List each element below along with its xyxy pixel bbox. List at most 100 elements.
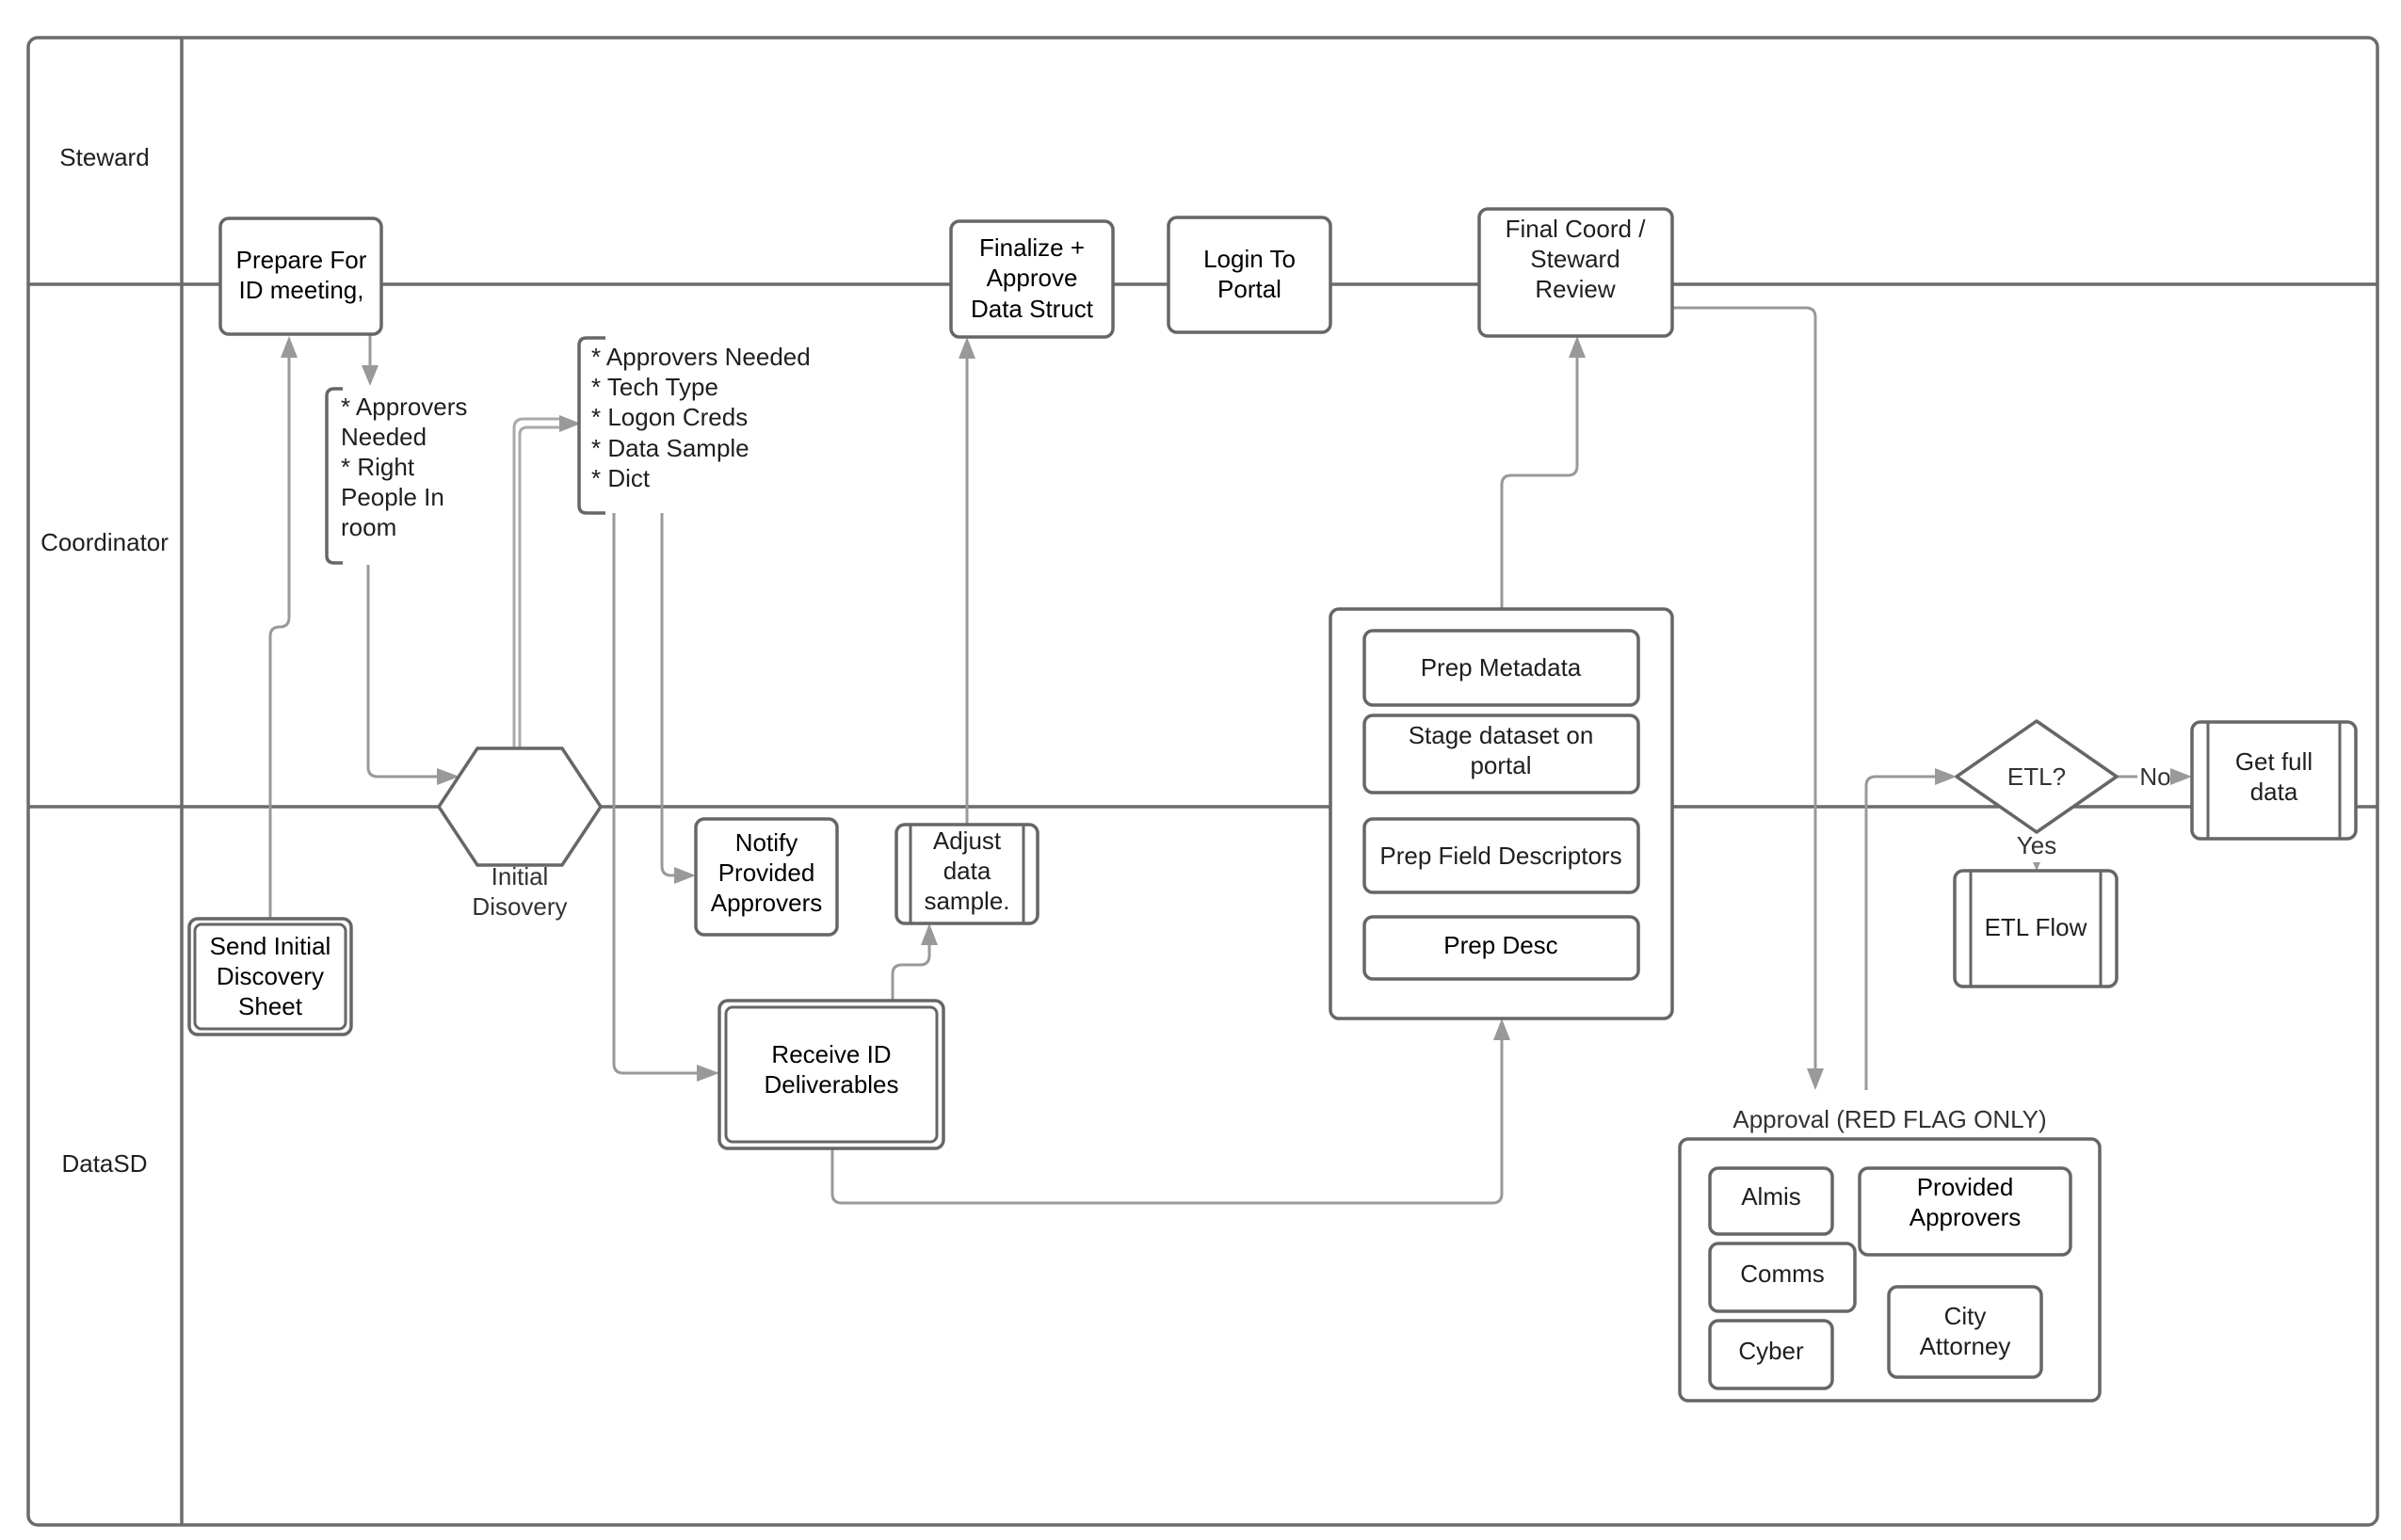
- node-label: Adjust: [933, 826, 1002, 855]
- lane-label-steward: Steward: [59, 143, 149, 171]
- node-label: Sheet: [238, 992, 303, 1020]
- annotation-line: People In: [341, 483, 444, 511]
- edge-label-no: No: [2139, 762, 2170, 791]
- node-label: Comms: [1740, 1259, 1825, 1288]
- node-label: Almis: [1741, 1182, 1801, 1211]
- node-login-to-portal[interactable]: Login To Portal: [1167, 216, 1332, 334]
- lane-label-datasd: DataSD: [61, 1149, 147, 1178]
- connector-send-to-prepare: [268, 353, 291, 919]
- annotation-line: * Approvers Needed: [591, 343, 811, 371]
- node-label: Finalize +: [979, 233, 1085, 262]
- arrowhead-approval: [1807, 1068, 1824, 1090]
- node-label: ID meeting,: [239, 276, 364, 304]
- node-notify-provided-approvers[interactable]: Notify Provided Approvers: [694, 817, 839, 937]
- arrowhead-receive: [697, 1065, 719, 1082]
- annotation-meeting-requirements: * Approvers Needed * Right People In roo…: [325, 387, 467, 565]
- node-label: Approve: [987, 264, 1078, 292]
- node-etl-flow[interactable]: ETL Flow: [1953, 869, 2119, 988]
- node-label: Initial: [491, 862, 549, 890]
- node-label: data: [943, 857, 991, 885]
- arrowhead-prep: [1493, 1019, 1510, 1040]
- node-label: Provided: [1917, 1173, 2014, 1201]
- annotation-line: * Data Sample: [591, 434, 749, 462]
- node-label: Stage dataset on: [1409, 721, 1594, 749]
- node-label: Prep Desc: [1443, 931, 1557, 959]
- node-label: Attorney: [1920, 1332, 2011, 1360]
- node-adjust-data-sample[interactable]: Adjust data sample.: [894, 823, 1039, 925]
- connector-discovery-to-list-a: [512, 417, 565, 748]
- node-label: Portal: [1217, 275, 1281, 303]
- node-finalize-approve[interactable]: Finalize + Approve Data Struct: [949, 219, 1115, 339]
- node-almis[interactable]: Almis: [1708, 1166, 1834, 1236]
- arrowhead-prepare: [281, 336, 298, 358]
- arrowhead-get-full-data: [2170, 768, 2192, 785]
- arrowhead-note-meeting: [362, 365, 379, 386]
- node-cyber[interactable]: Cyber: [1708, 1319, 1834, 1390]
- node-label: Final Coord /: [1506, 215, 1647, 243]
- node-label: ETL?: [2007, 762, 2066, 791]
- node-label: Review: [1535, 275, 1615, 303]
- connector-prep-to-review: [1500, 358, 1579, 609]
- node-prepare-for-id-meeting[interactable]: Prepare For ID meeting,: [218, 217, 383, 336]
- arrowhead-finalize: [959, 337, 975, 359]
- node-label: sample.: [924, 887, 1009, 915]
- node-prep-metadata[interactable]: Prep Metadata: [1362, 629, 1640, 707]
- node-prep-desc[interactable]: Prep Desc: [1362, 915, 1640, 981]
- connector-list-to-receive: [612, 513, 699, 1075]
- node-label: ETL Flow: [1985, 913, 2087, 941]
- arrowhead-etl: [1935, 768, 1957, 785]
- node-label: Disovery: [472, 892, 567, 921]
- arrowhead-notify: [674, 867, 696, 884]
- node-label: Discovery: [217, 962, 324, 990]
- connector-receive-to-adjust: [891, 944, 931, 1001]
- node-label: Send Initial: [210, 932, 331, 960]
- node-label: Prep Field Descriptors: [1379, 842, 1621, 870]
- annotation-line: * Tech Type: [591, 373, 718, 401]
- node-label: Login To: [1203, 245, 1296, 273]
- annotation-discovery-items: * Approvers Needed * Tech Type * Logon C…: [577, 336, 811, 515]
- annotation-line: * Approvers: [341, 393, 467, 421]
- node-label: City: [1944, 1302, 1987, 1330]
- node-label: Approvers: [711, 889, 823, 917]
- group-prep-tasks: Prep Metadata Stage dataset on portal Pr…: [1329, 607, 1674, 1020]
- connector-note-to-discovery: [366, 565, 441, 778]
- node-label: Prep Metadata: [1421, 653, 1582, 682]
- connector-discovery-to-list-b: [518, 425, 565, 748]
- node-label: portal: [1470, 751, 1531, 779]
- node-label: Deliverables: [764, 1070, 898, 1099]
- node-label: Cyber: [1738, 1337, 1804, 1365]
- node-label: Steward: [1530, 245, 1619, 273]
- node-etl-decision[interactable]: ETL?: [1955, 719, 2119, 834]
- node-receive-id-deliverables[interactable]: Receive ID Deliverables: [717, 999, 945, 1150]
- connector-list-to-notify: [660, 513, 676, 877]
- node-city-attorney[interactable]: City Attorney: [1887, 1285, 2043, 1379]
- node-send-initial-discovery-sheet[interactable]: Send Initial Discovery Sheet: [187, 917, 353, 1036]
- swimlane-diagram: Steward Coordinator DataSD No Yes Prepar…: [26, 36, 2379, 1527]
- arrowhead-review: [1569, 336, 1586, 358]
- node-prep-field-descriptors[interactable]: Prep Field Descriptors: [1362, 817, 1640, 894]
- annotation-line: * Right: [341, 453, 415, 481]
- annotation-line: * Dict: [591, 464, 651, 492]
- node-initial-discovery[interactable]: Initial Disovery: [436, 746, 604, 921]
- node-get-full-data[interactable]: Get full data: [2190, 720, 2358, 841]
- node-label: Data Struct: [971, 295, 1094, 323]
- annotation-line: Needed: [341, 423, 427, 451]
- lane-label-coordinator: Coordinator: [40, 528, 169, 556]
- connector-approval-to-etl: [1864, 775, 1936, 1090]
- node-label: Prepare For: [236, 246, 367, 274]
- group-approval-red-flag: Approval (RED FLAG ONLY) Almis Provided …: [1678, 1105, 2102, 1403]
- node-label: Receive ID: [771, 1040, 891, 1068]
- node-final-coord-steward-review[interactable]: Final Coord / Steward Review: [1477, 207, 1674, 338]
- node-label: Notify: [735, 828, 798, 857]
- node-label: Get full: [2235, 747, 2312, 776]
- node-comms[interactable]: Comms: [1708, 1242, 1857, 1313]
- node-label: Approvers: [1910, 1203, 2022, 1231]
- group-title: Approval (RED FLAG ONLY): [1732, 1105, 2046, 1133]
- node-label: data: [2250, 778, 2298, 806]
- node-provided-approvers[interactable]: Provided Approvers: [1858, 1166, 2072, 1257]
- node-stage-dataset-on-portal[interactable]: Stage dataset on portal: [1362, 714, 1640, 794]
- annotation-line: room: [341, 513, 396, 541]
- edge-label-yes: Yes: [2017, 831, 2056, 859]
- annotation-line: * Logon Creds: [591, 403, 748, 431]
- connector-review-to-approval: [1672, 306, 1817, 1068]
